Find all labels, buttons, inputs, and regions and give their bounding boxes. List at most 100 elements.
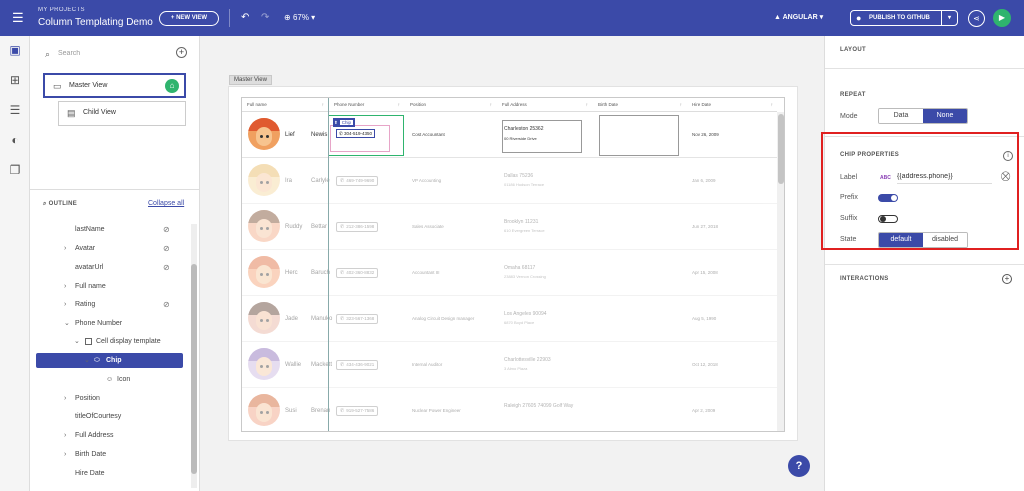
phone-chip[interactable]: ✆ 402-360-8832 — [336, 268, 379, 278]
chevron-down-icon[interactable]: ▾ — [941, 11, 957, 25]
eye-off-icon[interactable]: ⊘ — [163, 260, 170, 275]
assets-icon[interactable]: ❐ — [7, 162, 23, 178]
table-row[interactable]: Lief Newis ⬆ Chip ✆ 304-519-4350 Cost Acc… — [242, 112, 777, 158]
view-card-child[interactable]: ▤ Child View — [58, 101, 186, 126]
last-name: Bettar — [311, 224, 328, 230]
column-header[interactable]: Full Address ↑ — [496, 98, 592, 112]
tree-item[interactable]: Hire Date — [30, 466, 192, 481]
zoom-control[interactable]: ⊕ 67% ▾ — [284, 11, 315, 25]
phone-chip[interactable]: ✆ 304-519-4350 — [336, 129, 376, 138]
share-icon[interactable]: ⋖ — [968, 10, 985, 27]
eye-off-icon[interactable]: ⊘ — [163, 241, 170, 256]
sort-icon[interactable]: ↑ — [322, 98, 324, 112]
chevron-down-icon[interactable]: ⌄ — [64, 316, 70, 331]
tree-item[interactable]: › Birth Date — [30, 447, 192, 462]
tree-item-chip[interactable]: ⌄ ⬭ Chip — [36, 353, 183, 368]
view-tab[interactable]: Master View — [229, 75, 272, 85]
components-icon[interactable]: ⊞ — [7, 72, 23, 88]
data-icon[interactable]: ☰ — [7, 102, 23, 118]
chevron-right-icon[interactable]: › — [64, 279, 66, 294]
table-row[interactable]: Jade Manuko ✆ 323-567-1368 Analog Circuit… — [242, 296, 777, 342]
table-row[interactable]: Susi Brenan ✆ 919-527-7586 Nuclear Power … — [242, 388, 777, 431]
tree-item[interactable]: avatarUrl ⊘ — [30, 260, 192, 275]
sort-icon[interactable]: ↑ — [398, 98, 400, 112]
tree-item[interactable]: › Position — [30, 391, 192, 406]
tree-item[interactable]: › Avatar ⊘ — [30, 241, 192, 256]
mode-toggle[interactable]: Data None — [878, 108, 968, 124]
section-divider — [825, 264, 1024, 265]
table-row[interactable]: Wallie Mackett ✆ 434-436-9021 Internal Au… — [242, 342, 777, 388]
column-header[interactable]: Position ↑ — [404, 98, 496, 112]
chevron-down-icon[interactable]: ⌄ — [84, 353, 90, 368]
new-view-button[interactable]: + NEW VIEW — [159, 11, 219, 26]
publish-button[interactable]: ● PUBLISH TO GITHUB ▾ — [850, 10, 958, 26]
collapse-all-link[interactable]: Collapse all — [148, 200, 184, 207]
zoom-icon: ⊕ — [284, 13, 293, 22]
scrollbar-thumb[interactable] — [778, 114, 784, 184]
sort-icon[interactable]: ↑ — [771, 98, 773, 112]
column-header-label: Phone Number — [334, 102, 365, 107]
view-label: Master View — [69, 82, 108, 89]
tree-item[interactable]: › Full Address — [30, 428, 192, 443]
project-title: Column Templating Demo — [38, 17, 153, 28]
template-checkbox[interactable] — [85, 338, 92, 345]
column-header[interactable]: Full name ↑ — [242, 98, 328, 112]
tree-item[interactable]: › Full name — [30, 279, 192, 294]
chevron-right-icon[interactable]: › — [64, 391, 66, 406]
help-icon[interactable]: ? — [788, 455, 810, 477]
chevron-right-icon[interactable]: › — [64, 428, 66, 443]
undo-icon[interactable]: ↶ — [241, 12, 249, 24]
chevron-down-icon[interactable]: ⌄ — [74, 334, 80, 349]
scrollbar-thumb[interactable] — [191, 264, 197, 474]
address-city: Charleston 25362 — [504, 126, 544, 132]
column-header[interactable]: Hire Date ↑ — [686, 98, 777, 112]
first-name: Ruddy — [285, 224, 303, 230]
sort-icon[interactable]: ↑ — [490, 98, 492, 112]
framework-select[interactable]: ▲ ANGULAR ▾ — [774, 12, 823, 24]
tree-item[interactable]: lastName ⊘ — [30, 222, 192, 237]
column-header[interactable]: Birth Date ↑ — [592, 98, 686, 112]
phone-chip[interactable]: ✆ 212-386-1598 — [336, 222, 379, 232]
phone-chip[interactable]: ✆ 469-749-9690 — [336, 176, 379, 186]
phone-chip[interactable]: ✆ 323-567-1368 — [336, 314, 379, 324]
table-row[interactable]: Herc Baruch ✆ 402-360-8832 Accountant III… — [242, 250, 777, 296]
left-panel: ⌕ + ▭ Master View ⌂ ▤ Child View ⌕ OUTLI… — [30, 36, 200, 491]
phone-chip[interactable]: ✆ 434-436-9021 — [336, 360, 379, 370]
data-grid[interactable]: Full name ↑ Phone Number ↑ Position ↑ Full … — [241, 97, 785, 432]
theme-icon[interactable]: ◐ — [7, 132, 23, 148]
layout-section-title[interactable]: LAYOUT — [840, 47, 866, 53]
play-icon[interactable]: ▶ — [993, 9, 1011, 27]
phone-number: 323-567-1368 — [346, 316, 375, 321]
tree-item[interactable]: ☺ Icon — [30, 372, 192, 387]
search-input[interactable] — [58, 46, 168, 60]
tree-item[interactable]: ⌄ Cell display template — [30, 334, 192, 349]
tree-item[interactable]: ⌄ Phone Number — [30, 316, 192, 331]
grid-scrollbar[interactable] — [777, 112, 784, 431]
chevron-right-icon[interactable]: › — [64, 447, 66, 462]
phone-chip[interactable]: ✆ 919-527-7586 — [336, 406, 379, 416]
tree-item[interactable]: titleOfCourtesy — [30, 409, 192, 424]
my-projects-link[interactable]: MY PROJECTS — [38, 7, 85, 13]
views-icon[interactable]: ▣ — [7, 42, 23, 58]
add-interaction-icon[interactable]: + — [1002, 274, 1012, 284]
table-row[interactable]: Ruddy Bettar ✆ 212-386-1598 Sales Associa… — [242, 204, 777, 250]
sort-icon[interactable]: ↑ — [680, 98, 682, 112]
menu-icon[interactable]: ☰ — [12, 11, 24, 24]
first-name: Wallie — [285, 362, 302, 368]
home-icon[interactable]: ⌂ — [165, 79, 179, 93]
add-view-icon[interactable]: + — [176, 47, 187, 58]
mode-option-none[interactable]: None — [923, 109, 967, 123]
outline-scrollbar[interactable] — [191, 224, 197, 488]
chevron-right-icon[interactable]: › — [64, 241, 66, 256]
mode-option-data[interactable]: Data — [879, 109, 923, 123]
sort-icon[interactable]: ↑ — [586, 98, 588, 112]
redo-icon[interactable]: ↷ — [261, 12, 269, 24]
table-row[interactable]: Ira Carlyle ✆ 469-749-9690 VP Accounting … — [242, 158, 777, 204]
chevron-right-icon[interactable]: › — [64, 297, 66, 312]
view-card-master[interactable]: ▭ Master View ⌂ — [43, 73, 186, 98]
eye-off-icon[interactable]: ⊘ — [163, 297, 170, 312]
eye-off-icon[interactable]: ⊘ — [163, 222, 170, 237]
tree-item-label: Birth Date — [75, 451, 107, 458]
column-header[interactable]: Phone Number ↑ — [328, 98, 404, 112]
tree-item[interactable]: › Rating ⊘ — [30, 297, 192, 312]
